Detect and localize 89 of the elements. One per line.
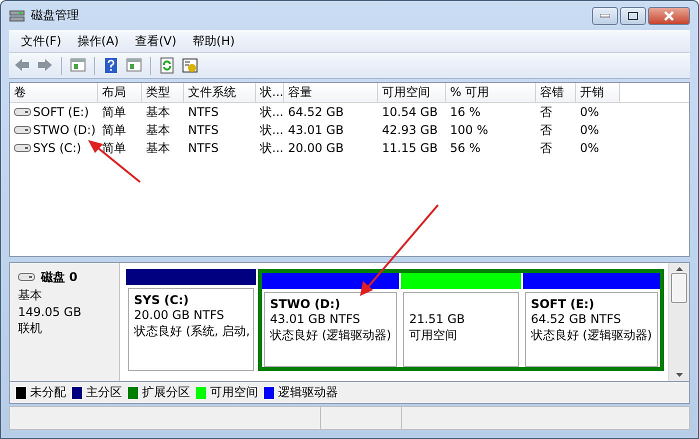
window-title: 磁盘管理 bbox=[31, 7, 80, 24]
partition-status: 状态良好 (逻辑驱动器) bbox=[270, 326, 392, 344]
menu-item[interactable]: 操作(A) bbox=[71, 30, 125, 52]
column-header[interactable]: 容错 bbox=[536, 83, 576, 102]
table-cell-text: 基本 bbox=[145, 140, 171, 157]
scroll-up-icon[interactable] bbox=[676, 266, 682, 270]
partition-size: 64.52 GB NTFS bbox=[530, 312, 622, 326]
table-cell-text: 基本 bbox=[145, 104, 171, 121]
scrollbar[interactable] bbox=[668, 262, 689, 381]
legend-label: 未分配 bbox=[30, 384, 66, 402]
partition-name: SOFT (E:) bbox=[530, 296, 596, 310]
partition-block[interactable]: STWO (D:) 43.01 GB NTFS 状态良好 (逻辑驱动器) bbox=[264, 292, 398, 367]
table-cell-text: 简单 bbox=[101, 122, 127, 139]
partition-size: 20.00 GB NTFS bbox=[134, 308, 226, 322]
properties-icon[interactable] bbox=[181, 57, 199, 74]
column-header[interactable]: 类型 bbox=[142, 83, 184, 102]
disk-type: 基本 bbox=[18, 286, 43, 304]
table-cell-text: 基本 bbox=[145, 122, 171, 139]
table-cell-text: 11.15 GB bbox=[381, 141, 439, 156]
minimize-icon bbox=[600, 14, 610, 18]
table-cell-text: 简单 bbox=[101, 140, 127, 157]
drive-icon bbox=[14, 144, 31, 152]
column-header[interactable]: % 可用 bbox=[446, 83, 536, 102]
scrollbar-thumb[interactable] bbox=[671, 272, 687, 302]
table-cell-text: 否 bbox=[539, 104, 553, 121]
legend-label: 可用空间 bbox=[210, 384, 258, 402]
menu-item[interactable]: 查看(V) bbox=[128, 30, 182, 52]
volume-name[interactable]: STWO (D:) bbox=[33, 123, 96, 138]
table-cell-text: 16 % bbox=[449, 105, 482, 120]
disk-size: 149.05 GB bbox=[18, 304, 82, 318]
close-icon bbox=[663, 10, 675, 21]
table-cell-text: 20.00 GB bbox=[287, 141, 345, 156]
partition-size: 43.01 GB NTFS bbox=[270, 312, 362, 326]
table-cell-text: 42.93 GB bbox=[381, 123, 439, 138]
table-cell-text: NTFS bbox=[187, 123, 220, 138]
table-cell-text: 10.54 GB bbox=[381, 105, 439, 120]
minimize-button[interactable] bbox=[592, 6, 618, 25]
table-cell-text: 否 bbox=[539, 122, 553, 139]
help-icon[interactable] bbox=[102, 57, 120, 74]
partition-name: SYS (C:) bbox=[134, 292, 190, 306]
partition-block[interactable]: SYS (C:) 20.00 GB NTFS 状态良好 (系统, 启动, bbox=[128, 288, 254, 371]
drive-icon bbox=[14, 126, 31, 134]
column-header[interactable]: 布局 bbox=[98, 83, 142, 102]
table-cell-text: 简单 bbox=[101, 104, 127, 121]
legend-label: 扩展分区 bbox=[142, 384, 190, 402]
column-header[interactable]: 可用空间 bbox=[378, 83, 446, 102]
disk-management-icon bbox=[9, 8, 25, 23]
table-cell-text: 100 % bbox=[449, 123, 490, 138]
partition-status: 可用空间 bbox=[409, 326, 458, 344]
partition-block[interactable]: 21.51 GB 可用空间 bbox=[403, 292, 519, 367]
table-cell-text: NTFS bbox=[187, 105, 220, 120]
table-cell-text: 0% bbox=[579, 123, 600, 138]
maximize-icon bbox=[628, 12, 638, 20]
table-cell-text: 0% bbox=[579, 105, 600, 120]
partition-status: 状态良好 (系统, 启动, bbox=[134, 322, 248, 340]
disk-name: 磁盘 0 bbox=[41, 268, 78, 286]
column-header[interactable]: 状... bbox=[256, 83, 284, 102]
panel-icon[interactable] bbox=[125, 57, 143, 74]
table-cell-text: 否 bbox=[539, 140, 553, 157]
column-header[interactable]: 开销 bbox=[576, 83, 620, 102]
partition-size: 21.51 GB bbox=[409, 312, 466, 326]
volume-name[interactable]: SYS (C:) bbox=[33, 141, 82, 156]
partition-name: STWO (D:) bbox=[270, 296, 342, 310]
refresh-icon[interactable] bbox=[158, 57, 176, 74]
legend-label: 逻辑驱动器 bbox=[278, 384, 338, 402]
volume-name[interactable]: SOFT (E:) bbox=[33, 105, 89, 120]
menu-item[interactable]: 文件(F) bbox=[15, 30, 68, 52]
partition-block[interactable]: SOFT (E:) 64.52 GB NTFS 状态良好 (逻辑驱动器) bbox=[524, 292, 658, 367]
drive-icon bbox=[14, 108, 31, 116]
legend-label: 主分区 bbox=[86, 384, 122, 402]
maximize-button[interactable] bbox=[620, 6, 646, 25]
table-cell-text: 0% bbox=[579, 141, 600, 156]
table-cell-text: 状... bbox=[259, 122, 284, 139]
column-header[interactable]: 容量 bbox=[284, 83, 378, 102]
table-cell-text: 状... bbox=[259, 140, 284, 157]
table-cell-text: NTFS bbox=[187, 141, 220, 156]
table-cell-text: 64.52 GB bbox=[287, 105, 345, 120]
table-cell-text: 状... bbox=[259, 104, 284, 121]
partition-status: 状态良好 (逻辑驱动器) bbox=[530, 326, 652, 344]
menu-item[interactable]: 帮助(H) bbox=[186, 30, 241, 52]
column-header[interactable]: 卷 bbox=[10, 83, 98, 102]
scroll-down-icon[interactable] bbox=[676, 372, 682, 377]
table-cell-text: 43.01 GB bbox=[287, 123, 345, 138]
column-header[interactable]: 文件系统 bbox=[184, 83, 256, 102]
close-button[interactable] bbox=[648, 6, 690, 25]
disk-status: 联机 bbox=[18, 320, 43, 336]
table-cell-text: 56 % bbox=[449, 141, 482, 156]
annotation-arrow bbox=[88, 140, 141, 183]
panel-icon[interactable] bbox=[69, 57, 87, 74]
